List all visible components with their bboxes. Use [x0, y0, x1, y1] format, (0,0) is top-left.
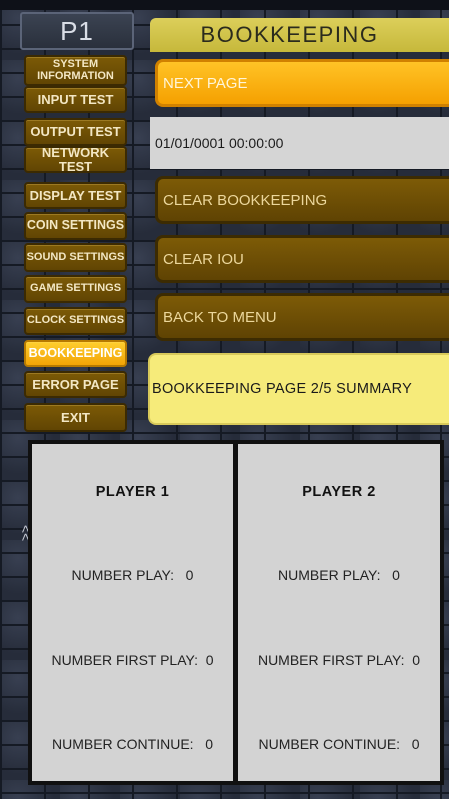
player-1-title: PLAYER 1 — [95, 484, 170, 500]
menu-input-test-button[interactable]: INPUT TEST — [24, 86, 127, 113]
clear-iou-button[interactable]: CLEAR IOU — [155, 235, 449, 283]
player-2-panel: PLAYER 2 NUMBER PLAY: 0 NUMBER FIRST PLA… — [238, 444, 440, 781]
player-1-number-play: NUMBER PLAY: 0 — [71, 567, 194, 583]
player-2-title: PLAYER 2 — [302, 484, 376, 500]
menu-system-information-button[interactable]: SYSTEM INFORMATION — [24, 55, 127, 86]
player-header: P1 — [20, 12, 134, 50]
menu-coin-settings-button[interactable]: COIN SETTINGS — [24, 212, 127, 240]
menu-display-test-button[interactable]: DISPLAY TEST — [24, 182, 127, 209]
menu-clock-settings-button[interactable]: CLOCK SETTINGS — [24, 307, 127, 335]
menu-network-test-button[interactable]: NETWORK TEST — [24, 146, 127, 173]
menu-game-settings-button[interactable]: GAME SETTINGS — [24, 275, 127, 303]
summary-banner: BOOKKEEPING PAGE 2/5 SUMMARY — [148, 353, 449, 425]
page-title: BOOKKEEPING — [150, 18, 449, 52]
player-stats-area: PLAYER 1 NUMBER PLAY: 0 NUMBER FIRST PLA… — [28, 440, 444, 785]
player-2-number-continue: NUMBER CONTINUE: 0 — [258, 736, 420, 752]
player-2-number-play: NUMBER PLAY: 0 — [278, 567, 400, 583]
menu-bookkeeping-button[interactable]: BOOKKEEPING — [24, 340, 127, 367]
menu-output-test-button[interactable]: OUTPUT TEST — [24, 118, 127, 146]
datetime-display: 01/01/0001 00:00:00 — [150, 117, 449, 169]
menu-error-page-button[interactable]: ERROR PAGE — [24, 371, 127, 398]
next-page-button[interactable]: NEXT PAGE — [155, 59, 449, 107]
clear-bookkeeping-button[interactable]: CLEAR BOOKKEEPING — [155, 176, 449, 224]
player-1-number-continue: NUMBER CONTINUE: 0 — [51, 736, 213, 752]
player-2-number-first-play: NUMBER FIRST PLAY: 0 — [257, 652, 421, 668]
back-to-menu-button[interactable]: BACK TO MENU — [155, 293, 449, 341]
menu-sound-settings-button[interactable]: SOUND SETTINGS — [24, 243, 127, 272]
player-1-panel: PLAYER 1 NUMBER PLAY: 0 NUMBER FIRST PLA… — [32, 444, 233, 781]
top-frame — [0, 0, 449, 10]
player-1-number-first-play: NUMBER FIRST PLAY: 0 — [51, 652, 214, 668]
menu-exit-button[interactable]: EXIT — [24, 403, 127, 432]
